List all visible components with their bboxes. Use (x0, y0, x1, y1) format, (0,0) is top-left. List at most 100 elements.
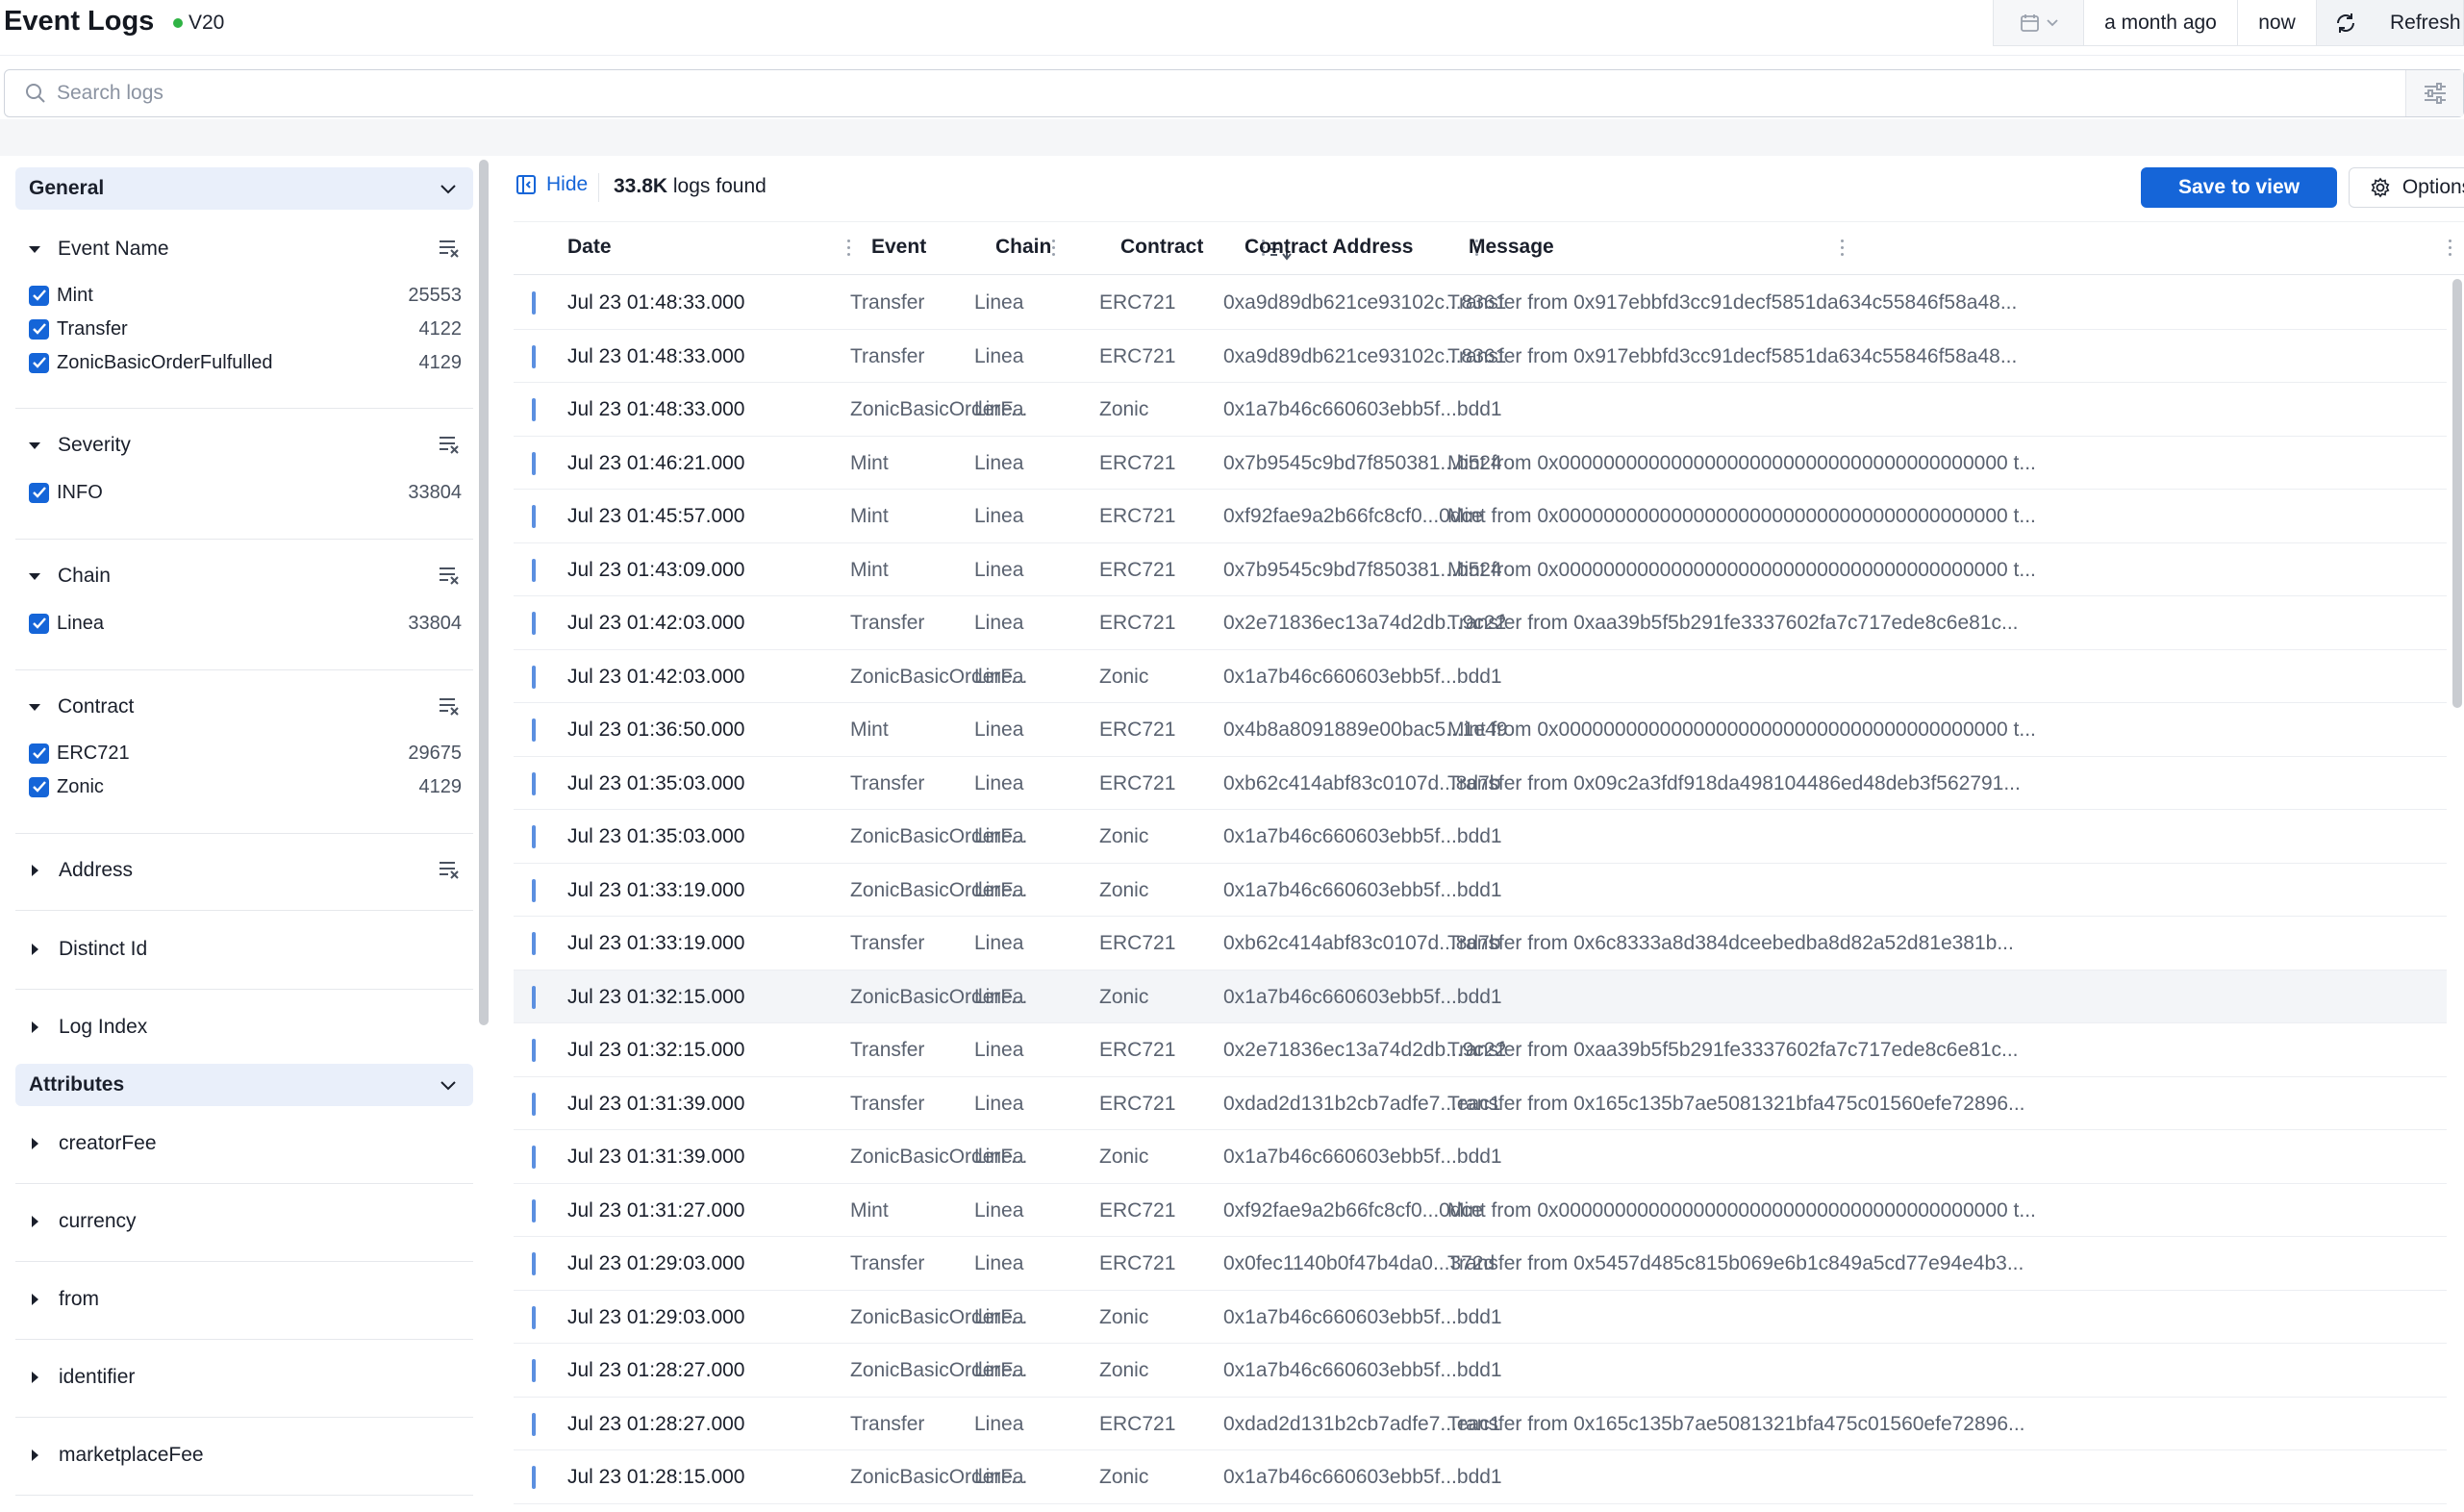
clear-filter-icon[interactable] (439, 860, 460, 879)
attribute-creatorfee[interactable]: creatorFee (29, 1129, 157, 1158)
facet-item[interactable]: ERC721 29675 (29, 739, 462, 768)
table-scrollbar[interactable] (2452, 279, 2462, 708)
table-row[interactable]: Jul 23 01:33:19.000 Transfer Linea ERC721 0x… (514, 917, 2447, 970)
sliders-icon (2424, 83, 2446, 104)
attribute-identifier[interactable]: identifier (29, 1363, 135, 1392)
facet-title-label: Log Index (59, 1016, 148, 1038)
divider (15, 408, 473, 409)
table-row[interactable]: Jul 23 01:33:19.000 ZonicBasicOrderF... Li… (514, 864, 2447, 917)
facet-item[interactable]: ZonicBasicOrderFulfulled 4129 (29, 348, 462, 377)
facet-chain[interactable]: Chain (29, 562, 111, 591)
checkbox-checked-icon[interactable] (29, 285, 49, 306)
cell-date: Jul 23 01:48:33.000 (567, 398, 745, 420)
table-row[interactable]: Jul 23 01:42:03.000 Transfer Linea ERC721 0x… (514, 596, 2447, 650)
facet-item-count: 33804 (408, 481, 462, 503)
column-header-message[interactable]: Message (1469, 236, 1554, 259)
severity-indicator (532, 1198, 536, 1222)
time-to-field[interactable]: now (2238, 0, 2317, 45)
clear-filter-icon[interactable] (439, 696, 460, 716)
table-row[interactable]: Jul 23 01:43:09.000 Mint Linea ERC721 0x7b95… (514, 543, 2447, 596)
facet-item[interactable]: Zonic 4129 (29, 772, 462, 801)
facet-item[interactable]: Mint 25553 (29, 281, 462, 310)
table-row[interactable]: Jul 23 01:35:03.000 ZonicBasicOrderF... Li… (514, 810, 2447, 864)
column-header-contract-address[interactable]: Contract Address (1245, 236, 1413, 259)
table-row[interactable]: Jul 23 01:48:33.000 Transfer Linea ERC721 0x… (514, 330, 2447, 383)
column-header-date[interactable]: Date (567, 236, 612, 259)
severity-indicator (532, 1039, 536, 1062)
table-row[interactable]: Jul 23 01:32:15.000 ZonicBasicOrderF... Li… (514, 970, 2447, 1023)
checkbox-checked-icon[interactable] (29, 318, 49, 340)
save-to-view-button[interactable]: Save to view (2141, 167, 2337, 208)
table-row[interactable]: Jul 23 01:28:27.000 Transfer Linea ERC721 0x… (514, 1398, 2447, 1450)
general-group-header[interactable]: General (15, 167, 473, 210)
calendar-button[interactable] (1994, 0, 2084, 45)
severity-indicator (532, 985, 536, 1009)
divider (15, 1495, 473, 1496)
column-resize-handle[interactable] (1841, 239, 1844, 257)
column-header-contract[interactable]: Contract (1120, 236, 1203, 259)
clear-filter-icon[interactable] (439, 566, 460, 585)
attribute-currency[interactable]: currency (29, 1207, 137, 1236)
clear-filter-icon[interactable] (439, 435, 460, 454)
cell-message: Transfer from 0x165c135b7ae5081321bfa475… (1447, 1412, 2025, 1435)
checkbox-checked-icon[interactable] (29, 743, 49, 764)
version-badge: V20 (173, 12, 224, 35)
table-row[interactable]: Jul 23 01:29:03.000 ZonicBasicOrderF... Li… (514, 1291, 2447, 1344)
facet-item[interactable]: Transfer 4122 (29, 315, 462, 343)
severity-indicator (532, 612, 536, 635)
cell-date: Jul 23 01:45:57.000 (567, 505, 745, 527)
table-row[interactable]: Jul 23 01:48:33.000 ZonicBasicOrderF... Li… (514, 383, 2447, 437)
facet-title-label: Severity (58, 434, 131, 456)
attribute-marketplacefee[interactable]: marketplaceFee (29, 1441, 204, 1470)
table-row[interactable]: Jul 23 01:46:21.000 Mint Linea ERC721 0x7b95… (514, 437, 2447, 490)
table-row[interactable]: Jul 23 01:35:03.000 Transfer Linea ERC721 0x… (514, 757, 2447, 810)
attributes-group-header[interactable]: Attributes (15, 1064, 473, 1106)
table-row[interactable]: Jul 23 01:31:39.000 Transfer Linea ERC721 0x… (514, 1077, 2447, 1130)
facet-item[interactable]: INFO 33804 (29, 478, 462, 507)
checkbox-checked-icon[interactable] (29, 776, 49, 797)
table-row[interactable]: Jul 23 01:28:27.000 ZonicBasicOrderF... Li… (514, 1344, 2447, 1398)
table-row[interactable]: Jul 23 01:31:39.000 ZonicBasicOrderF... Li… (514, 1130, 2447, 1184)
severity-indicator (532, 1359, 536, 1382)
facet-contract[interactable]: Contract (29, 693, 134, 721)
filter-settings-button[interactable] (2405, 70, 2463, 116)
facet-severity[interactable]: Severity (29, 431, 131, 460)
caret-right-icon (32, 1449, 38, 1461)
divider (15, 1339, 473, 1340)
options-button[interactable]: Options (2349, 167, 2464, 208)
time-from-field[interactable]: a month ago (2084, 0, 2238, 45)
refresh-button[interactable]: Refresh (2317, 0, 2463, 45)
table-row[interactable]: Jul 23 01:32:15.000 Transfer Linea ERC721 0x… (514, 1023, 2447, 1077)
table-row[interactable]: Jul 23 01:45:57.000 Mint Linea ERC721 0xf92f… (514, 490, 2447, 543)
table-row[interactable]: Jul 23 01:29:03.000 Transfer Linea ERC721 0x… (514, 1237, 2447, 1291)
facet-event-name[interactable]: Event Name (29, 235, 169, 264)
table-row[interactable]: Jul 23 01:28:15.000 ZonicBasicOrderF... Li… (514, 1450, 2447, 1504)
cell-message: Transfer from 0x165c135b7ae5081321bfa475… (1447, 1092, 2025, 1115)
facet-item[interactable]: Linea 33804 (29, 609, 462, 638)
clear-filter-icon[interactable] (439, 239, 460, 258)
search-input[interactable] (57, 78, 2346, 109)
column-header-chain[interactable]: Chain (995, 236, 1051, 259)
column-resize-handle[interactable] (2449, 239, 2451, 257)
checkbox-checked-icon[interactable] (29, 613, 49, 634)
logs-count: 33.8K (614, 175, 668, 197)
checkbox-checked-icon[interactable] (29, 482, 49, 503)
facet-log-index[interactable]: Log Index (29, 1013, 147, 1042)
cell-date: Jul 23 01:33:19.000 (567, 878, 745, 901)
column-resize-handle[interactable] (1052, 239, 1055, 257)
column-header-event[interactable]: Event (871, 236, 926, 259)
cell-date: Jul 23 01:32:15.000 (567, 985, 745, 1008)
hide-sidebar-button[interactable]: Hide (515, 173, 588, 196)
table-row[interactable]: Jul 23 01:48:33.000 Transfer Linea ERC721 0x… (514, 276, 2447, 330)
divider (15, 1183, 473, 1184)
divider (15, 669, 473, 670)
table-row[interactable]: Jul 23 01:36:50.000 Mint Linea ERC721 0x4b8a… (514, 703, 2447, 757)
table-row[interactable]: Jul 23 01:42:03.000 ZonicBasicOrderF... Li… (514, 650, 2447, 703)
checkbox-checked-icon[interactable] (29, 352, 49, 373)
attribute-from[interactable]: from (29, 1285, 99, 1314)
facet-address[interactable]: Address (29, 856, 133, 885)
table-row[interactable]: Jul 23 01:31:27.000 Mint Linea ERC721 0xf92f… (514, 1184, 2447, 1237)
column-resize-handle[interactable] (847, 239, 850, 257)
sidebar-scrollbar[interactable] (479, 160, 489, 1025)
facet-distinct-id[interactable]: Distinct Id (29, 935, 147, 964)
